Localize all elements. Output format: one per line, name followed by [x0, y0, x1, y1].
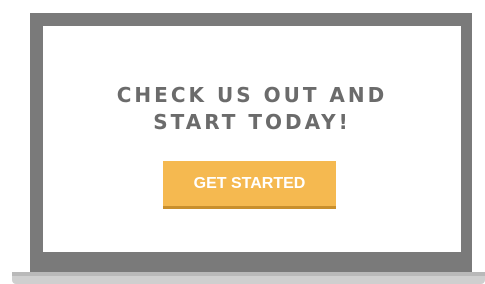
- laptop-base: [12, 276, 485, 284]
- hero-headline: CHECK US OUT AND START TODAY!: [43, 82, 461, 136]
- laptop-screen: [43, 26, 461, 252]
- hero-headline-line2: START TODAY!: [153, 110, 351, 134]
- page: CHECK US OUT AND START TODAY! GET STARTE…: [0, 0, 485, 284]
- hero-headline-line1: CHECK US OUT AND: [116, 83, 388, 107]
- get-started-button[interactable]: GET STARTED: [163, 161, 336, 206]
